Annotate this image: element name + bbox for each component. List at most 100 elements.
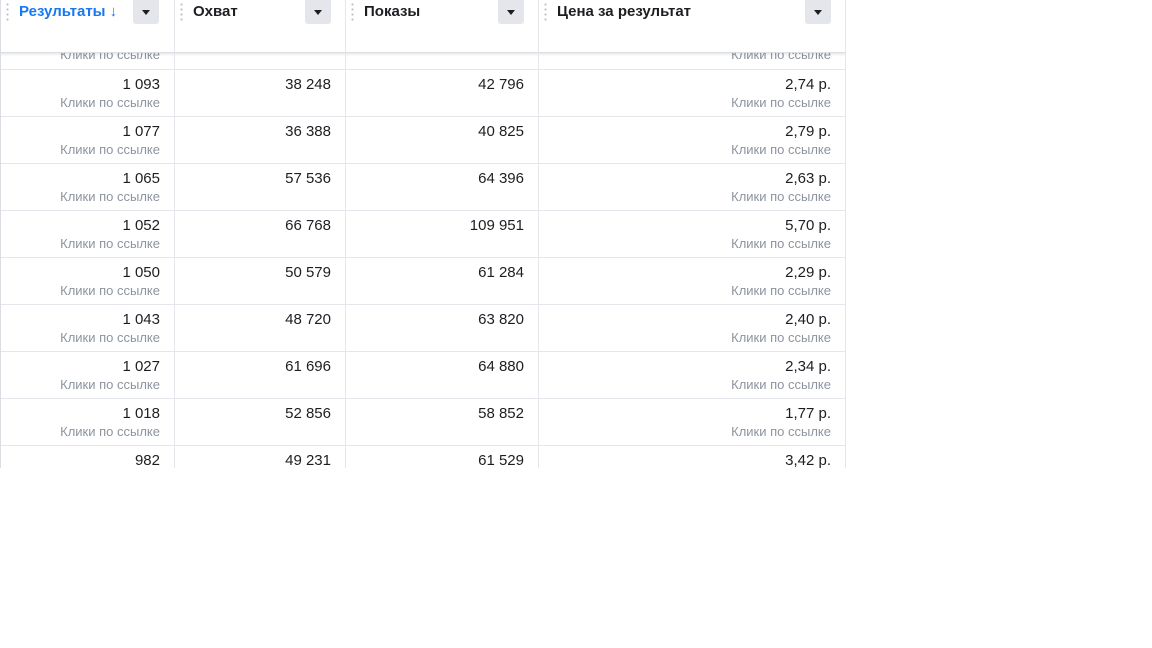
table-row[interactable]: 1 065 Клики по ссылке 57 536 64 396 2,63… — [0, 164, 845, 211]
cost-value: 2,29 р. — [785, 264, 831, 281]
reach-cell: 57 536 — [174, 164, 345, 188]
drag-handle-icon[interactable] — [180, 2, 183, 22]
reach-value: 49 231 — [285, 452, 331, 468]
column-menu-button[interactable] — [498, 0, 524, 24]
result-cell: 1 027 Клики по ссылке — [0, 352, 174, 393]
caret-down-icon — [314, 9, 322, 15]
table-row[interactable]: 1 043 Клики по ссылке 48 720 63 820 2,40… — [0, 305, 845, 352]
cost-cell: 2,34 р. Клики по ссылке — [538, 352, 845, 393]
result-type-label: Клики по ссылке — [60, 283, 160, 298]
caret-down-icon — [507, 9, 515, 15]
column-title[interactable]: Охват — [193, 3, 238, 20]
table-row[interactable]: 1 093 Клики по ссылке 38 248 42 796 2,74… — [0, 70, 845, 117]
cost-cell: 2,74 р. Клики по ссылке — [538, 70, 845, 111]
cost-cell: 2,79 р. Клики по ссылке — [538, 117, 845, 158]
impressions-value: 109 951 — [469, 217, 524, 234]
cost-cell: 1,77 р. Клики по ссылке — [538, 399, 845, 440]
result-type-label: Клики по ссылке — [60, 142, 160, 157]
table-row[interactable]: 982 49 231 61 529 3,42 р. — [0, 446, 845, 468]
result-cell: 1 018 Клики по ссылке — [0, 399, 174, 440]
result-type-label: Клики по ссылке — [60, 330, 160, 345]
reach-value: 38 248 — [285, 76, 331, 93]
result-value: 1 027 — [122, 358, 160, 375]
table-header: Результаты ↓ Охват Показы Цена за резуль… — [0, 0, 845, 53]
result-cell: 1 065 Клики по ссылке — [0, 164, 174, 205]
column-title[interactable]: Результаты ↓ — [19, 3, 125, 20]
column-menu-button[interactable] — [305, 0, 331, 24]
reach-value: 48 720 — [285, 311, 331, 328]
cost-cell: 5,70 р. Клики по ссылке — [538, 211, 845, 252]
reach-cell: 49 231 — [174, 446, 345, 468]
table-row[interactable]: 1 052 Клики по ссылке 66 768 109 951 5,7… — [0, 211, 845, 258]
result-type-label: Клики по ссылке — [60, 95, 160, 110]
cost-type-label: Клики по ссылке — [731, 283, 831, 298]
impressions-value: 64 880 — [478, 358, 524, 375]
impressions-value: 63 820 — [478, 311, 524, 328]
reach-cell: 36 388 — [174, 117, 345, 141]
result-value: 1 050 — [122, 264, 160, 281]
impressions-value: 61 529 — [478, 452, 524, 468]
column-divider — [174, 0, 175, 468]
column-header-results[interactable]: Результаты ↓ — [0, 0, 174, 52]
drag-handle-icon[interactable] — [6, 2, 9, 22]
column-menu-button[interactable] — [805, 0, 831, 24]
reach-value: 36 388 — [285, 123, 331, 140]
column-divider — [538, 0, 539, 468]
impressions-cell: 61 284 — [345, 258, 538, 282]
cost-type-label: Клики по ссылке — [731, 189, 831, 204]
cost-value: 2,40 р. — [785, 311, 831, 328]
result-value: 1 077 — [122, 123, 160, 140]
result-cell: 1 052 Клики по ссылке — [0, 211, 174, 252]
impressions-value: 40 825 — [478, 123, 524, 140]
column-divider — [345, 0, 346, 468]
column-header-cost-per-result[interactable]: Цена за результат — [538, 0, 845, 52]
reach-cell: 52 856 — [174, 399, 345, 423]
cost-value: 2,63 р. — [785, 170, 831, 187]
result-cell: 1 043 Клики по ссылке — [0, 305, 174, 346]
impressions-value: 64 396 — [478, 170, 524, 187]
impressions-cell: 64 396 — [345, 164, 538, 188]
impressions-value: 61 284 — [478, 264, 524, 281]
caret-down-icon — [142, 9, 150, 15]
drag-handle-icon[interactable] — [544, 2, 547, 22]
result-type-label: Клики по ссылке — [60, 189, 160, 204]
result-type-label: Клики по ссылке — [60, 424, 160, 439]
reach-value: 52 856 — [285, 405, 331, 422]
cost-cell: 2,40 р. Клики по ссылке — [538, 305, 845, 346]
result-cell: 982 — [0, 446, 174, 468]
impressions-cell: 58 852 — [345, 399, 538, 423]
cost-cell: 2,29 р. Клики по ссылке — [538, 258, 845, 299]
impressions-value: 42 796 — [478, 76, 524, 93]
table-row[interactable]: 1 050 Клики по ссылке 50 579 61 284 2,29… — [0, 258, 845, 305]
reach-cell: 48 720 — [174, 305, 345, 329]
reach-value: 50 579 — [285, 264, 331, 281]
cost-value: 2,74 р. — [785, 76, 831, 93]
cost-type-label: Клики по ссылке — [731, 424, 831, 439]
reach-value: 57 536 — [285, 170, 331, 187]
table-row[interactable]: 1 018 Клики по ссылке 52 856 58 852 1,77… — [0, 399, 845, 446]
impressions-cell: 109 951 — [345, 211, 538, 235]
impressions-cell: 64 880 — [345, 352, 538, 376]
column-title[interactable]: Показы — [364, 3, 420, 20]
impressions-value: 58 852 — [478, 405, 524, 422]
cost-type-label: Клики по ссылке — [731, 95, 831, 110]
column-header-impressions[interactable]: Показы — [345, 0, 538, 52]
column-header-reach[interactable]: Охват — [174, 0, 345, 52]
column-menu-button[interactable] — [133, 0, 159, 24]
caret-down-icon — [814, 9, 822, 15]
cost-type-label: Клики по ссылке — [731, 236, 831, 251]
drag-handle-icon[interactable] — [351, 2, 354, 22]
table-row[interactable]: 1 077 Клики по ссылке 36 388 40 825 2,79… — [0, 117, 845, 164]
cost-value: 2,79 р. — [785, 123, 831, 140]
result-value: 1 093 — [122, 76, 160, 93]
cost-value: 2,34 р. — [785, 358, 831, 375]
reach-cell: 50 579 — [174, 258, 345, 282]
reach-value: 61 696 — [285, 358, 331, 375]
cost-type-label: Клики по ссылке — [731, 377, 831, 392]
result-cell: 1 093 Клики по ссылке — [0, 70, 174, 111]
reach-cell: 61 696 — [174, 352, 345, 376]
column-title[interactable]: Цена за результат — [557, 3, 691, 20]
cost-type-label: Клики по ссылке — [731, 330, 831, 345]
table-row[interactable]: 1 027 Клики по ссылке 61 696 64 880 2,34… — [0, 352, 845, 399]
cost-cell: 3,42 р. — [538, 446, 845, 468]
